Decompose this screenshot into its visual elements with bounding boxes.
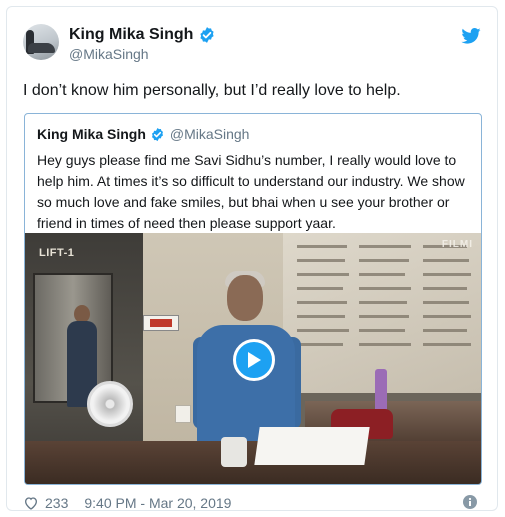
quoted-tweet[interactable]: King Mika Singh @MikaSingh Hey guys plea… [24, 113, 482, 485]
fan-image [87, 381, 133, 427]
info-icon[interactable] [463, 495, 477, 509]
tweet-timestamp[interactable]: 9:40 PM - Mar 20, 2019 [84, 495, 231, 511]
quoted-author-row: King Mika Singh @MikaSingh [37, 126, 249, 142]
play-button[interactable] [233, 339, 275, 381]
twitter-bird-icon[interactable] [461, 28, 481, 44]
tweet-footer: 233 9:40 PM - Mar 20, 2019 [23, 494, 231, 512]
tweet-card: King Mika Singh @MikaSingh I don’t know … [6, 6, 498, 511]
avatar[interactable] [23, 24, 59, 60]
quoted-author-handle[interactable]: @MikaSingh [170, 126, 250, 142]
verified-icon [151, 127, 163, 141]
author-name-row[interactable]: King Mika Singh [69, 26, 216, 44]
like-count: 233 [45, 495, 69, 511]
quoted-author-name[interactable]: King Mika Singh [37, 126, 146, 142]
heart-icon[interactable] [23, 495, 39, 511]
verified-icon [200, 27, 215, 43]
play-icon [248, 352, 261, 368]
quoted-tweet-text: Hey guys please find me Savi Sidhu’s num… [37, 152, 465, 231]
author-handle[interactable]: @MikaSingh [69, 46, 149, 62]
tweet-text: I don’t know him personally, but I’d rea… [23, 82, 401, 99]
video-thumbnail[interactable]: LIFT-1 FILMI [25, 233, 481, 484]
media-watermark: FILMI [441, 239, 473, 250]
author-name[interactable]: King Mika Singh [69, 26, 193, 44]
lift-sign: LIFT-1 [39, 247, 75, 259]
